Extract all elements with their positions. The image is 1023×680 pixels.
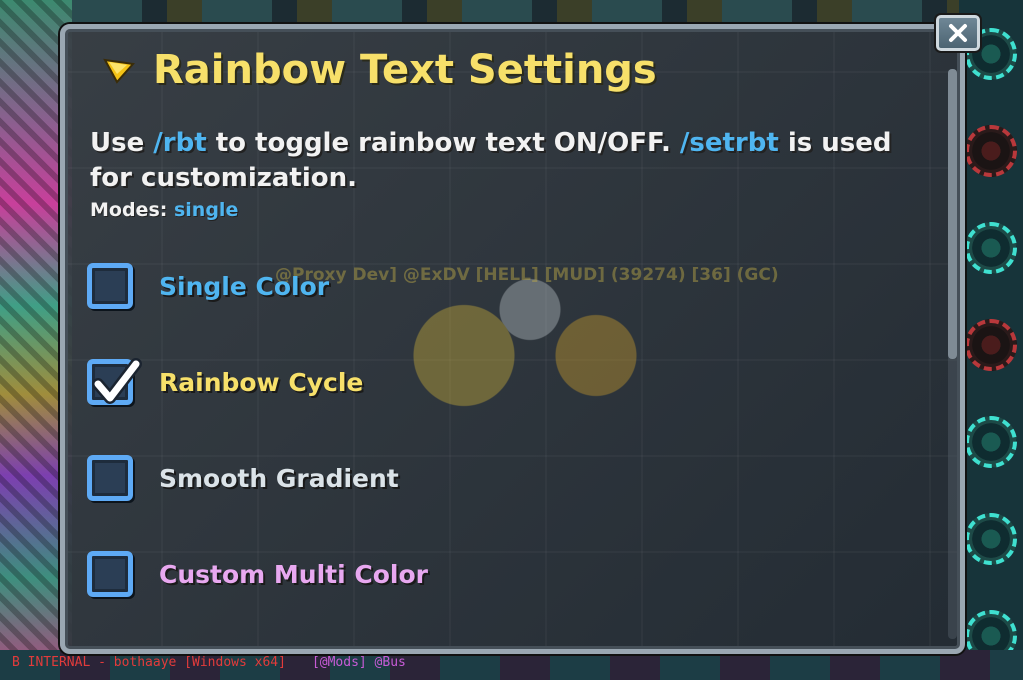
- yellow-arrow-gem-icon: [103, 58, 135, 84]
- portal-block-icon: [965, 319, 1017, 371]
- option-label: Single Color: [159, 271, 330, 301]
- status-line: B INTERNAL - bothaaye [Windows x64] [@Mod…: [12, 655, 406, 670]
- checkmark-icon: [92, 358, 142, 404]
- dialog-header: Rainbow Text Settings: [103, 47, 657, 93]
- rainbow-text-settings-dialog: @Proxy Dev] @ExDV [HELL] [MUD] (39274) […: [60, 24, 965, 654]
- portal-block-icon: [965, 416, 1017, 468]
- player-character-ghost: [365, 229, 695, 459]
- desc-text: to toggle rainbow text ON/OFF.: [206, 128, 680, 158]
- modes-label: Modes:: [90, 199, 174, 221]
- option-single-color[interactable]: Single Color: [87, 263, 329, 309]
- option-custom-multi-color[interactable]: Custom Multi Color: [87, 551, 428, 597]
- scrollbar-thumb[interactable]: [948, 69, 957, 359]
- mods-tag: [@Mods] @Bus: [311, 655, 406, 670]
- setrbt-command: /setrbt: [679, 128, 779, 158]
- dialog-description: Use /rbt to toggle rainbow text ON/OFF. …: [90, 126, 920, 196]
- status-line-text: B INTERNAL - bothaaye [Windows x64]: [12, 655, 286, 670]
- checkbox[interactable]: [87, 263, 133, 309]
- option-smooth-gradient[interactable]: Smooth Gradient: [87, 455, 399, 501]
- checkbox[interactable]: [87, 455, 133, 501]
- right-wall-blocks: [959, 0, 1023, 680]
- option-label: Smooth Gradient: [159, 463, 399, 493]
- rbt-command: /rbt: [153, 128, 207, 158]
- close-x-icon: [949, 24, 967, 42]
- portal-block-icon: [965, 513, 1017, 565]
- portal-block-icon: [965, 222, 1017, 274]
- desc-text: Use: [90, 128, 154, 158]
- dialog-title: Rainbow Text Settings: [153, 47, 657, 93]
- player-name-ghost: @Proxy Dev] @ExDV [HELL] [MUD] (39274) […: [275, 265, 779, 285]
- option-label: Rainbow Cycle: [159, 367, 364, 397]
- checkbox[interactable]: [87, 551, 133, 597]
- checkbox-checked[interactable]: [87, 358, 142, 405]
- option-rainbow-cycle[interactable]: Rainbow Cycle: [87, 358, 364, 405]
- modes-line: Modes: single: [90, 199, 238, 221]
- option-label: Custom Multi Color: [159, 559, 428, 589]
- portal-block-icon: [965, 125, 1017, 177]
- close-button[interactable]: [936, 15, 980, 51]
- scrollbar[interactable]: [948, 69, 957, 639]
- modes-value: single: [173, 199, 239, 221]
